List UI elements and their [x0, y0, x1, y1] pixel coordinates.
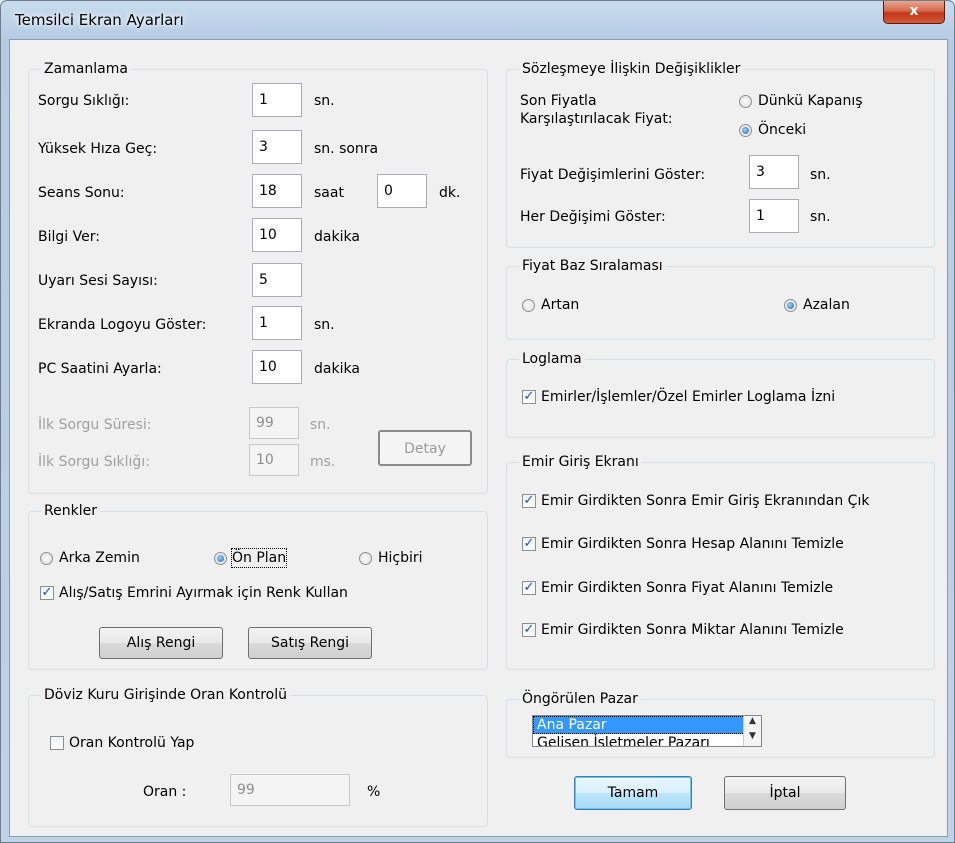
seans-sonu-minute-input[interactable]: 0	[377, 174, 427, 208]
logo-goster-unit: sn.	[314, 317, 335, 333]
iptal-button[interactable]: İptal	[724, 776, 846, 810]
pazar-list-item[interactable]: Ana Pazar	[533, 716, 761, 734]
oran-kontrolu-checkbox[interactable]	[50, 736, 64, 750]
radio-onceki-label[interactable]: Önceki	[758, 121, 806, 139]
her-degisim-label: Her Değişimi Göster:	[520, 209, 666, 225]
dialog-window: Temsilci Ekran Ayarları x Zamanlama Sorg…	[0, 0, 955, 843]
sorgu-sikligi-label: Sorgu Sıklığı:	[38, 93, 130, 109]
emir-giris-option-4-label[interactable]: Emir Girdikten Sonra Miktar Alanını Temi…	[541, 621, 844, 639]
close-button[interactable]: x	[883, 1, 945, 24]
fiyat-baz-title: Fiyat Baz Sıralaması	[519, 257, 666, 275]
seans-sonu-hour-unit: saat	[314, 185, 344, 201]
yuksek-hiza-label: Yüksek Hıza Geç:	[38, 141, 158, 157]
window-title: Temsilci Ekran Ayarları	[15, 11, 184, 29]
bilgi-ver-unit: dakika	[314, 229, 360, 245]
renkler-group: Renkler Arka Zemin Ön Plan Hiçbiri ✓ Alı…	[28, 502, 488, 670]
radio-azalan[interactable]	[784, 299, 797, 312]
her-degisim-unit: sn.	[810, 209, 831, 225]
sozlesme-title: Sözleşmeye İlişkin Değişiklikler	[519, 60, 744, 78]
ilk-sorgu-sikligi-input: 10	[249, 444, 299, 476]
radio-arka-zemin-label[interactable]: Arka Zemin	[59, 549, 140, 567]
karsilastirma-label-1: Son Fiyatla	[520, 93, 597, 109]
loglama-group: Loglama ✓ Emirler/İşlemler/Özel Emirler …	[506, 350, 935, 438]
spin-down-icon[interactable]: ▼	[743, 731, 761, 746]
sorgu-sikligi-unit: sn.	[314, 93, 335, 109]
pc-saati-input[interactable]: 10	[252, 350, 302, 384]
emir-giris-option-4-checkbox[interactable]: ✓	[522, 623, 536, 637]
loglama-izni-checkbox[interactable]: ✓	[522, 390, 536, 404]
uyari-sesi-label: Uyarı Sesi Sayısı:	[38, 273, 158, 289]
ilk-sorgu-sikligi-label: İlk Sorgu Sıklığı:	[38, 454, 150, 470]
bilgi-ver-input[interactable]: 10	[252, 218, 302, 252]
radio-artan-label[interactable]: Artan	[541, 296, 579, 314]
fiyat-baz-group: Fiyat Baz Sıralaması Artan Azalan	[506, 257, 935, 340]
karsilastirma-label-2: Karşılaştırılacak Fiyat:	[520, 111, 673, 127]
yuksek-hiza-unit: sn. sonra	[314, 141, 379, 157]
loglama-title: Loglama	[519, 350, 585, 368]
radio-artan[interactable]	[522, 299, 535, 312]
renk-kullan-label[interactable]: Alış/Satış Emrini Ayırmak için Renk Kull…	[59, 584, 348, 602]
radio-dunku-kapanis[interactable]	[739, 95, 752, 108]
detay-button[interactable]: Detay	[378, 430, 472, 466]
pc-saati-label: PC Saatini Ayarla:	[38, 361, 162, 377]
zamanlama-group: Zamanlama Sorgu Sıklığı: 1 sn. Yüksek Hı…	[28, 60, 488, 494]
emir-giris-option-1-checkbox[interactable]: ✓	[522, 494, 536, 508]
ilk-sorgu-sikligi-unit: ms.	[310, 454, 336, 470]
ongorulen-pazar-title: Öngörülen Pazar	[519, 690, 641, 708]
emir-giris-option-2-label[interactable]: Emir Girdikten Sonra Hesap Alanını Temiz…	[541, 535, 844, 553]
ilk-sorgu-suresi-unit: sn.	[310, 417, 331, 433]
radio-hicbiri-label[interactable]: Hiçbiri	[378, 549, 423, 567]
seans-sonu-hour-input[interactable]: 18	[252, 174, 302, 208]
fiyat-degisim-unit: sn.	[810, 167, 831, 183]
title-bar[interactable]: Temsilci Ekran Ayarları x	[1, 1, 954, 39]
radio-on-plan[interactable]	[214, 552, 227, 565]
oran-unit: %	[367, 784, 381, 800]
pazar-listbox[interactable]: Ana Pazar Gelişen İşletmeler Pazarı ▲ ▼	[532, 715, 762, 747]
radio-on-plan-label[interactable]: Ön Plan	[230, 548, 288, 568]
radio-azalan-label[interactable]: Azalan	[803, 296, 850, 314]
alis-rengi-button[interactable]: Alış Rengi	[99, 627, 223, 659]
emir-giris-option-1-label[interactable]: Emir Girdikten Sonra Emir Giriş Ekranınd…	[541, 492, 869, 510]
ilk-sorgu-suresi-input: 99	[249, 407, 299, 439]
oran-kontrolu-label[interactable]: Oran Kontrolü Yap	[69, 734, 194, 752]
emir-giris-option-3-checkbox[interactable]: ✓	[522, 581, 536, 595]
seans-sonu-minute-unit: dk.	[439, 185, 461, 201]
her-degisim-input[interactable]: 1	[749, 199, 799, 233]
doviz-group: Döviz Kuru Girişinde Oran Kontrolü Oran …	[28, 686, 488, 827]
tamam-button[interactable]: Tamam	[574, 776, 692, 810]
oran-input: 99	[230, 774, 350, 806]
uyari-sesi-input[interactable]: 5	[252, 263, 302, 297]
emir-giris-title: Emir Giriş Ekranı	[519, 453, 642, 471]
emir-giris-group: Emir Giriş Ekranı ✓ Emir Girdikten Sonra…	[506, 453, 935, 670]
fiyat-degisim-input[interactable]: 3	[749, 155, 799, 189]
ilk-sorgu-suresi-label: İlk Sorgu Süresi:	[38, 417, 152, 433]
renk-kullan-checkbox[interactable]: ✓	[40, 586, 54, 600]
radio-hicbiri[interactable]	[359, 552, 372, 565]
pc-saati-unit: dakika	[314, 361, 360, 377]
emir-giris-option-3-label[interactable]: Emir Girdikten Sonra Fiyat Alanını Temiz…	[541, 579, 833, 597]
logo-goster-label: Ekranda Logoyu Göster:	[38, 317, 207, 333]
sorgu-sikligi-input[interactable]: 1	[252, 83, 302, 117]
renkler-title: Renkler	[41, 502, 100, 520]
oran-label: Oran :	[143, 784, 187, 800]
radio-dunku-kapanis-label[interactable]: Dünkü Kapanış	[758, 92, 863, 110]
zamanlama-title: Zamanlama	[41, 60, 131, 78]
radio-arka-zemin[interactable]	[40, 552, 53, 565]
dialog-client-area: Zamanlama Sorgu Sıklığı: 1 sn. Yüksek Hı…	[9, 39, 948, 837]
bilgi-ver-label: Bilgi Ver:	[38, 229, 100, 245]
spin-up-icon[interactable]: ▲	[743, 716, 761, 731]
doviz-title: Döviz Kuru Girişinde Oran Kontrolü	[41, 686, 291, 704]
radio-onceki[interactable]	[739, 124, 752, 137]
ongorulen-pazar-group: Öngörülen Pazar Ana Pazar Gelişen İşletm…	[506, 690, 935, 758]
yuksek-hiza-input[interactable]: 3	[252, 130, 302, 164]
emir-giris-option-2-checkbox[interactable]: ✓	[522, 537, 536, 551]
logo-goster-input[interactable]: 1	[252, 306, 302, 340]
fiyat-degisim-label: Fiyat Değişimlerini Göster:	[520, 167, 706, 183]
pazar-list-item[interactable]: Gelişen İşletmeler Pazarı	[533, 734, 761, 746]
seans-sonu-label: Seans Sonu:	[38, 185, 125, 201]
loglama-izni-label[interactable]: Emirler/İşlemler/Özel Emirler Loglama İz…	[541, 388, 835, 406]
sozlesme-group: Sözleşmeye İlişkin Değişiklikler Son Fiy…	[506, 60, 935, 248]
satis-rengi-button[interactable]: Satış Rengi	[248, 627, 372, 659]
